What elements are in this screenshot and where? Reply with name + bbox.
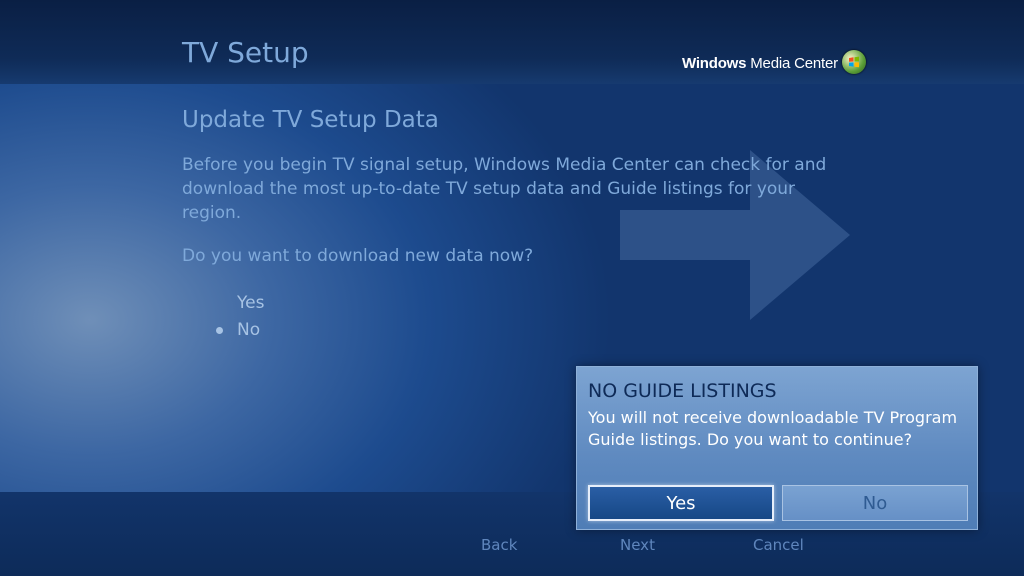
back-button[interactable]: Back: [481, 536, 517, 554]
no-guide-listings-dialog: NO GUIDE LISTINGS You will not receive d…: [576, 366, 978, 530]
windows-flag-icon: [841, 50, 866, 74]
setup-description: Before you begin TV signal setup, Window…: [182, 155, 827, 223]
brand-logo: Windows Media Center: [682, 50, 866, 75]
option-yes[interactable]: Yes: [237, 293, 264, 313]
brand-name-rest: Media Center: [746, 54, 838, 72]
dialog-no-button[interactable]: No: [782, 485, 968, 521]
dialog-message: You will not receive downloadable TV Pro…: [588, 408, 958, 449]
option-no[interactable]: No: [237, 320, 260, 340]
dialog-title: NO GUIDE LISTINGS: [588, 380, 777, 402]
section-title: Update TV Setup Data: [182, 107, 439, 133]
brand-name: Windows Media Center: [682, 55, 838, 72]
title-bar: [0, 0, 1024, 84]
selected-radio-icon: [216, 327, 223, 334]
brand-name-bold: Windows: [682, 54, 747, 72]
cancel-button[interactable]: Cancel: [753, 536, 804, 554]
dialog-yes-button[interactable]: Yes: [588, 485, 774, 521]
page-title: TV Setup: [182, 36, 309, 69]
download-question: Do you want to download new data now?: [182, 246, 534, 266]
next-button[interactable]: Next: [620, 536, 655, 554]
